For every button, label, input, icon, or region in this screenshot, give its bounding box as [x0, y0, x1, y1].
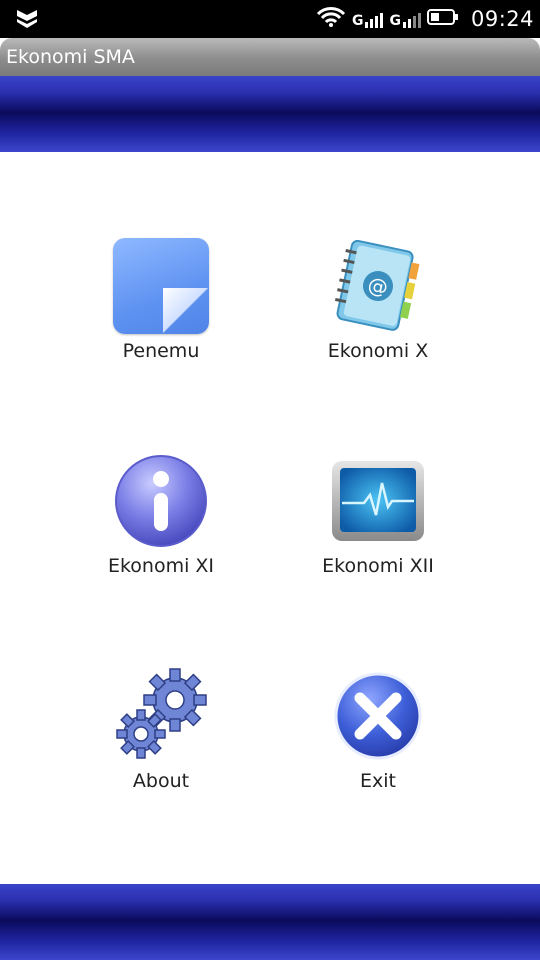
app-title-bar: Ekonomi SMA: [0, 38, 540, 76]
battery-icon: [426, 7, 459, 31]
status-clock: 09:24: [470, 7, 534, 31]
status-bar: G G 09:24: [0, 0, 540, 38]
address-book-icon: @: [330, 238, 426, 334]
signal-type-label: G: [351, 13, 364, 29]
status-icons: G G 09:24: [316, 0, 534, 38]
signal-icon: G: [352, 10, 384, 28]
note-icon: [113, 238, 209, 334]
app-title: Ekonomi SMA: [6, 46, 135, 68]
monitor-pulse-icon: [330, 453, 426, 549]
footer-banner: [0, 884, 540, 960]
header-banner: [0, 76, 540, 152]
menu-item-ekonomi-xii[interactable]: Ekonomi XII: [268, 453, 488, 623]
close-icon: [330, 668, 426, 764]
menu-item-ekonomi-xi[interactable]: Ekonomi XI: [51, 453, 271, 623]
menu-item-label: Ekonomi XI: [107, 555, 215, 577]
menu-item-about[interactable]: About: [51, 668, 271, 838]
gears-icon: [113, 668, 209, 764]
shield-icon: [14, 8, 40, 30]
menu-item-label: Penemu: [122, 340, 200, 362]
menu-item-ekonomi-x[interactable]: @ Ekonomi X: [268, 238, 488, 408]
menu-item-penemu[interactable]: Penemu: [51, 238, 271, 408]
menu-item-label: Ekonomi XII: [322, 555, 434, 577]
info-icon: [113, 453, 209, 549]
menu-item-label: About: [132, 770, 190, 792]
menu-item-label: Ekonomi X: [327, 340, 429, 362]
signal-icon: G: [389, 10, 421, 28]
menu-item-exit[interactable]: Exit: [268, 668, 488, 838]
menu-item-label: Exit: [360, 770, 396, 792]
wifi-icon: [316, 6, 346, 32]
signal-type-label: G: [389, 13, 401, 29]
